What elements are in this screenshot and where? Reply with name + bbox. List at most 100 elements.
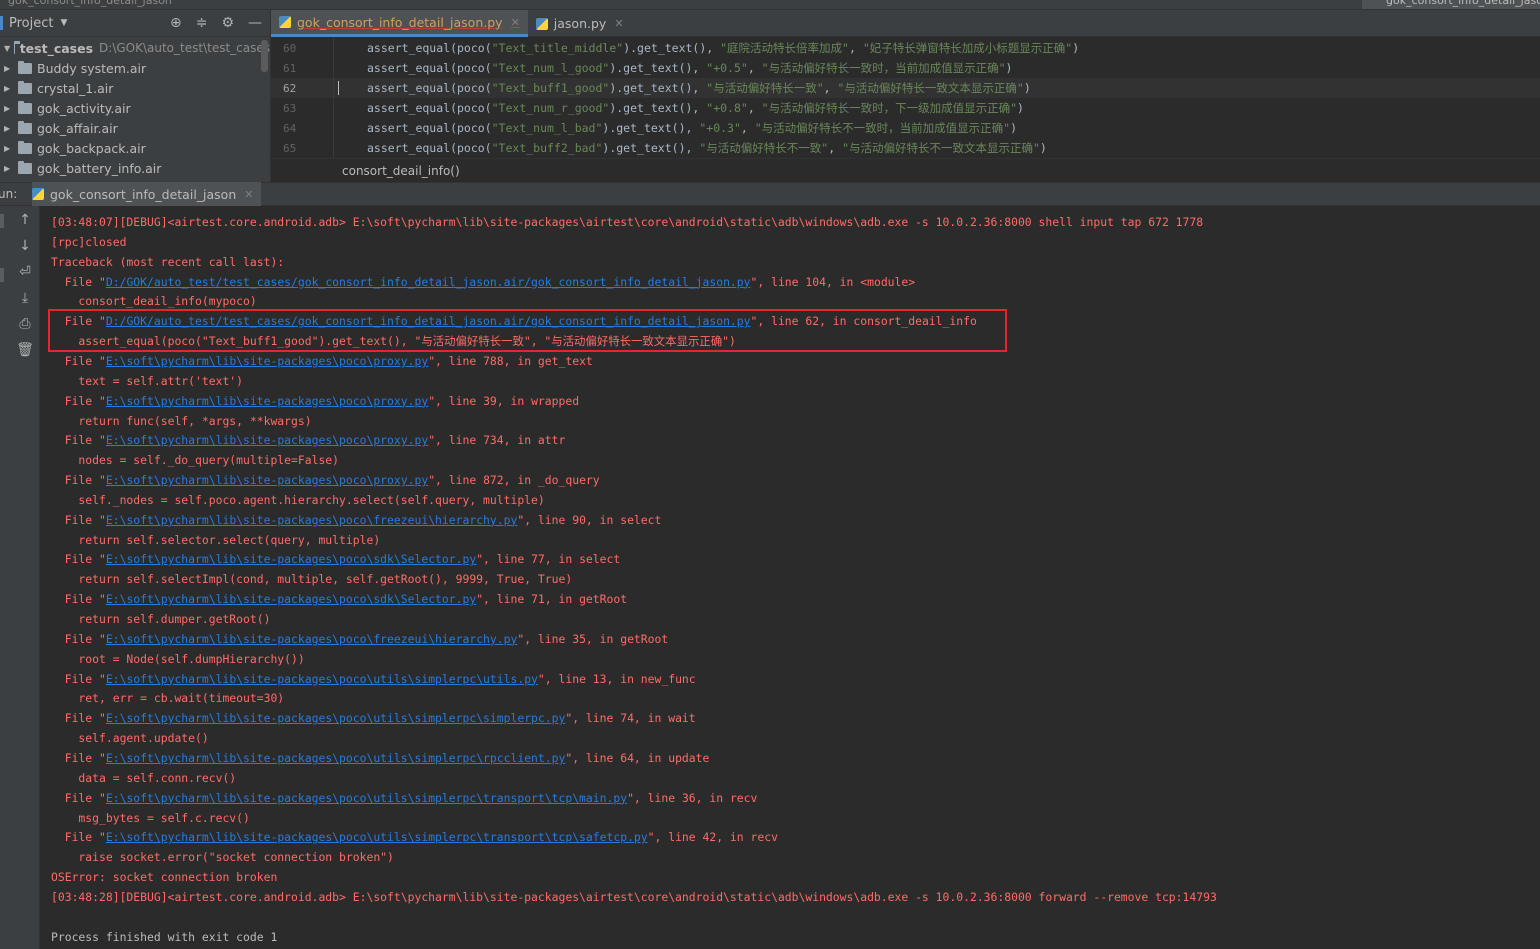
file-link[interactable]: E:\soft\pycharm\lib\site-packages\poco\u… [106,830,648,844]
console-line: File "E:\soft\pycharm\lib\site-packages\… [51,549,621,569]
soft-wrap-icon[interactable]: ⏎ [16,264,34,280]
code-token: , [740,121,755,135]
print-icon[interactable]: ⎙ [16,316,34,332]
editor-tab-label: jason.py [553,16,607,31]
console-text: ", line 42, in recv [647,830,778,845]
chevron-right-icon[interactable]: ▶ [0,164,14,173]
tree-item-label: gok_backpack.air [37,140,146,156]
file-link[interactable]: E:\soft\pycharm\lib\site-packages\poco\u… [106,711,565,725]
tree-root[interactable]: ▼ test_cases D:\GOK\auto_test\test_cases [0,38,270,58]
chevron-right-icon[interactable]: ▶ [0,64,14,73]
code-text: assert_equal(poco("Text_buff1_good").get… [334,80,1031,96]
console-line: [03:48:07][DEBUG]<airtest.core.android.a… [51,212,1203,232]
arrow-down-icon[interactable]: ↓ [16,238,34,254]
code-editor: gok_consort_info_detail_jason.py ✕ jason.p… [270,10,1540,182]
code-line[interactable]: 60 assert_equal(poco("Text_title_middle")… [271,38,1540,58]
tree-item[interactable]: ▶ gok_battery_info.air [0,158,270,178]
file-link[interactable]: E:\soft\pycharm\lib\site-packages\poco\f… [106,632,517,646]
scroll-to-end-icon[interactable]: ⤓ [16,290,34,306]
console-text: ", line 64, in update [565,750,710,765]
line-number: 65 [283,141,297,155]
arrow-up-icon[interactable]: ↑ [16,212,34,228]
file-link[interactable]: E:\soft\pycharm\lib\site-packages\poco\p… [106,433,428,447]
close-icon[interactable]: ✕ [511,16,520,29]
code-token: assert_equal(poco( [367,81,492,95]
file-link[interactable]: E:\soft\pycharm\lib\site-packages\poco\p… [106,473,428,487]
chevron-right-icon[interactable]: ▶ [0,144,14,153]
tree-root-path: D:\GOK\auto_test\test_cases [99,41,270,55]
tree-item[interactable]: ▶ gok_activity.air [0,98,270,118]
chevron-down-icon[interactable]: ▼ [60,18,67,28]
file-link[interactable]: E:\soft\pycharm\lib\site-packages\poco\p… [106,394,428,408]
file-link[interactable]: E:\soft\pycharm\lib\site-packages\poco\p… [106,354,428,368]
console-line: File "E:\soft\pycharm\lib\site-packages\… [51,748,710,768]
close-icon[interactable]: ✕ [614,17,623,30]
tree-item[interactable]: ▶ Buddy system.air [0,58,270,78]
file-link[interactable]: E:\soft\pycharm\lib\site-packages\poco\u… [106,791,627,805]
folder-icon [18,140,32,154]
editor-breadcrumb[interactable]: consort_deail_info() [271,158,1540,182]
code-token: , [747,101,762,115]
code-string: "+0.3" [699,121,741,135]
editor-tab[interactable]: gok_consort_info_detail_jason.py ✕ [271,10,528,37]
file-link[interactable]: E:\soft\pycharm\lib\site-packages\poco\u… [106,672,538,686]
chevron-right-icon[interactable]: ▶ [0,124,14,133]
chevron-down-icon[interactable]: ▼ [0,44,10,53]
tree-item[interactable]: ▶ crystal_1.air [0,78,270,98]
run-console-output[interactable]: [03:48:07][DEBUG]<airtest.core.android.a… [41,206,1540,949]
console-text: return func(self, *args, **kwargs) [51,413,312,428]
console-text: return self.selector.select(query, multi… [51,532,381,547]
gear-icon[interactable]: ⚙ [221,15,234,31]
right-editor-tab[interactable]: gok_consort_info_detail_jason [1362,0,1540,9]
code-line[interactable]: 62 assert_equal(poco("Text_buff1_good").g… [271,78,1540,98]
console-text: File " [51,790,106,805]
tree-item[interactable]: ▶ gok_affair.air [0,118,270,138]
code-line[interactable]: 63 assert_equal(poco("Text_num_r_good").g… [271,98,1540,118]
file-link[interactable]: E:\soft\pycharm\lib\site-packages\poco\s… [106,552,476,566]
chevron-right-icon[interactable]: ▶ [0,84,14,93]
file-link[interactable]: E:\soft\pycharm\lib\site-packages\poco\u… [106,751,565,765]
collapse-all-icon[interactable]: ≑ [196,15,208,31]
close-icon[interactable]: ✕ [244,188,253,201]
project-scrollbar[interactable] [261,40,268,72]
console-text: File " [51,473,106,488]
file-link[interactable]: E:\soft\pycharm\lib\site-packages\poco\s… [106,592,476,606]
code-line[interactable]: 64 assert_equal(poco("Text_num_l_bad").ge… [271,118,1540,138]
code-text: assert_equal(poco("Text_title_middle").g… [334,40,1079,56]
file-link[interactable]: E:\soft\pycharm\lib\site-packages\poco\f… [106,513,517,527]
code-string: "与活动偏好特长一致时，下一级加成值显示正确" [761,101,1018,115]
crosshair-icon[interactable]: ⊕ [170,15,182,31]
tree-item[interactable]: ▶ gok_backpack.air [0,138,270,158]
run-panel-header: un: gok_consort_info_detail_jason ✕ [0,182,1540,206]
code-token: ) [1023,81,1031,95]
code-line[interactable]: 65 assert_equal(poco("Text_buff2_bad").ge… [271,138,1540,158]
run-tab[interactable]: gok_consort_info_detail_jason ✕ [32,182,262,206]
console-text: File " [51,631,106,646]
code-token: ).get_text(), [609,101,707,115]
file-link[interactable]: D:/GOK/auto_test/test_cases/gok_consort_… [106,275,751,289]
chevron-right-icon[interactable]: ▶ [0,104,14,113]
code-token: ).get_text(), [602,121,700,135]
code-string: "庭院活动特长倍率加成" [720,41,849,55]
code-token: , [848,41,863,55]
line-number: 62 [283,81,297,95]
console-text: text = self.attr('text') [51,373,244,388]
toolbar-edge-marker [0,268,4,282]
minimize-icon[interactable]: — [248,15,262,31]
console-text: [03:48:07][DEBUG]<airtest.core.android.a… [51,215,1204,229]
file-link[interactable]: D:/GOK/auto_test/test_cases/gok_consort_… [106,314,751,328]
console-line: nodes = self._do_query(multiple=False) [51,450,339,470]
folder-icon [18,160,32,174]
console-line: File "E:\soft\pycharm\lib\site-packages\… [51,669,696,689]
trash-icon[interactable]: 🗑 [16,342,34,358]
console-line: Traceback (most recent call last): [51,252,284,272]
code-token: ) [1017,101,1024,115]
code-line[interactable]: 61 assert_equal(poco("Text_num_l_good").g… [271,58,1540,78]
editor-tab[interactable]: jason.py ✕ [528,10,632,37]
console-line: OSError: socket connection broken [51,867,277,887]
code-token: assert_equal(poco( [367,61,492,75]
console-text: assert_equal(poco("Text_buff1_good").get… [51,334,736,349]
project-panel-title[interactable]: Project [9,16,53,31]
code-area[interactable]: 60 assert_equal(poco("Text_title_middle")… [271,38,1540,158]
code-text: assert_equal(poco("Text_num_l_bad").get_… [334,120,1017,136]
